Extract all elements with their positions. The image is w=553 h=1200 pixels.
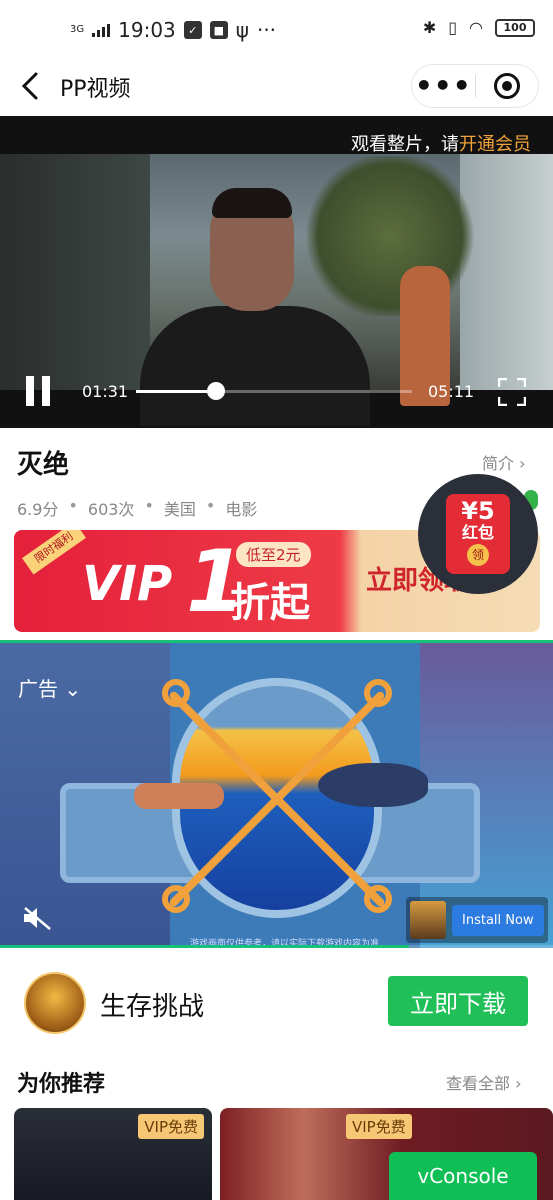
target-close-icon bbox=[493, 73, 520, 99]
video-tree bbox=[300, 156, 480, 316]
app-avatar bbox=[24, 972, 86, 1034]
app-thumbnail bbox=[410, 901, 446, 939]
chevron-right-icon: › bbox=[519, 454, 526, 473]
total-time: 05:11 bbox=[428, 382, 475, 401]
fullscreen-icon bbox=[497, 377, 527, 407]
fullscreen-button[interactable] bbox=[497, 377, 527, 407]
red-packet-amount: ¥5 bbox=[461, 497, 495, 525]
vconsole-button[interactable]: vConsole bbox=[389, 1152, 537, 1200]
chevron-left-icon bbox=[21, 72, 38, 100]
usb-icon: ψ bbox=[235, 18, 249, 42]
video-building-left bbox=[0, 154, 150, 390]
ad-label-dropdown[interactable]: 广告 ⌄ bbox=[18, 673, 81, 702]
vip-free-badge: VIP免费 bbox=[138, 1114, 204, 1139]
chevron-right-icon: › bbox=[515, 1074, 522, 1093]
open-vip-link[interactable]: 开通会员 bbox=[459, 134, 531, 155]
signal-icon bbox=[92, 23, 111, 37]
meta-dot: • bbox=[205, 496, 216, 515]
progress-fill bbox=[136, 390, 217, 393]
region: 美国 bbox=[163, 500, 196, 519]
view-all-link[interactable]: 查看全部 › bbox=[446, 1070, 522, 1094]
red-packet-button[interactable]: ¥5 红包 领 bbox=[418, 474, 538, 594]
ad-shark bbox=[318, 763, 428, 807]
recommend-card[interactable]: VIP免费 bbox=[14, 1108, 212, 1200]
red-packet-label: 红包 bbox=[461, 523, 494, 542]
network-type: 3G bbox=[70, 24, 85, 35]
play-count: 603次 bbox=[87, 500, 135, 519]
ad-label: 广告 bbox=[18, 677, 58, 701]
vip-hint-text: 观看整片，请 bbox=[351, 134, 459, 155]
ad-pin-ring bbox=[162, 679, 190, 707]
chevron-down-icon: ⌄ bbox=[64, 677, 82, 701]
video-controls: 01:31 05:11 bbox=[0, 366, 553, 426]
vip-text: VIP bbox=[82, 556, 173, 612]
progress-knob[interactable] bbox=[207, 382, 226, 400]
ad-pin-ring bbox=[162, 885, 190, 913]
nav-bar: PP视频 ••• bbox=[0, 58, 553, 116]
ad-app-row: 生存挑战 立即下载 bbox=[0, 948, 553, 1052]
bluetooth-icon: ✱ bbox=[422, 18, 437, 37]
close-miniapp-button[interactable] bbox=[476, 73, 539, 99]
current-time: 01:31 bbox=[82, 382, 129, 401]
category: 电影 bbox=[225, 500, 258, 519]
miniapp-capsule: ••• bbox=[411, 64, 539, 108]
meta-dot: • bbox=[144, 496, 154, 515]
battery-icon: 100 bbox=[495, 18, 535, 37]
vip-hint[interactable]: 观看整片，请开通会员 bbox=[351, 130, 531, 156]
page-title: PP视频 bbox=[60, 77, 131, 102]
status-time: 19:03 bbox=[118, 18, 176, 42]
muted-speaker-icon bbox=[24, 907, 51, 930]
red-envelope-icon: ¥5 红包 领 bbox=[446, 494, 510, 574]
back-button[interactable] bbox=[16, 66, 46, 106]
more-button[interactable]: ••• bbox=[412, 72, 475, 100]
download-button[interactable]: 立即下载 bbox=[388, 976, 528, 1026]
video-title: 灭绝 bbox=[17, 450, 70, 480]
recommend-title: 为你推荐 bbox=[17, 1072, 106, 1097]
ad-swimmer bbox=[134, 783, 224, 809]
more-dots-icon: ••• bbox=[414, 69, 472, 102]
install-now-button[interactable]: Install Now bbox=[452, 904, 544, 936]
video-player[interactable]: 观看整片，请开通会员 01:31 05:11 bbox=[0, 116, 553, 428]
video-meta: 6.9分 • 603次 • 美国 • 电影 bbox=[17, 496, 257, 520]
ad-video[interactable]: 广告 ⌄ Install Now 游戏画面仅供参考，请以实际下载游戏内容为准 bbox=[0, 640, 553, 948]
app-name: 生存挑战 bbox=[100, 992, 205, 1022]
vibrate-icon: ▯ bbox=[448, 18, 458, 37]
more-status-icon: ··· bbox=[256, 18, 277, 42]
meta-dot: • bbox=[68, 496, 78, 515]
install-panel[interactable]: Install Now bbox=[406, 897, 548, 943]
discount-suffix: 折起 bbox=[230, 580, 310, 626]
status-left: 3G 19:03 ✓ ■ ψ ··· bbox=[70, 18, 276, 42]
limited-tag: 限时福利 bbox=[22, 530, 86, 575]
wifi-icon: ◠ bbox=[469, 18, 483, 37]
score: 6.9分 bbox=[17, 500, 59, 519]
ad-pin-ring bbox=[364, 679, 392, 707]
status-bar: 3G 19:03 ✓ ■ ψ ··· ✱ ▯ ◠ 100 bbox=[0, 0, 553, 58]
intro-link[interactable]: 简介 › bbox=[482, 450, 526, 474]
view-all-label: 查看全部 bbox=[446, 1074, 511, 1093]
progress-slider[interactable] bbox=[136, 382, 412, 400]
notification-icon: ✓ bbox=[183, 21, 202, 39]
intro-label: 简介 bbox=[482, 454, 515, 473]
app-notification-icon: ■ bbox=[209, 21, 228, 39]
status-right: ✱ ▯ ◠ 100 bbox=[423, 18, 535, 37]
low-price-badge: 低至2元 bbox=[236, 542, 311, 567]
red-packet-get: 领 bbox=[467, 544, 489, 566]
ad-pin-ring bbox=[364, 885, 392, 913]
video-actor-hair bbox=[212, 188, 292, 218]
mute-button[interactable] bbox=[22, 905, 54, 931]
pause-button[interactable] bbox=[26, 376, 52, 406]
vip-free-badge: VIP免费 bbox=[346, 1114, 412, 1139]
